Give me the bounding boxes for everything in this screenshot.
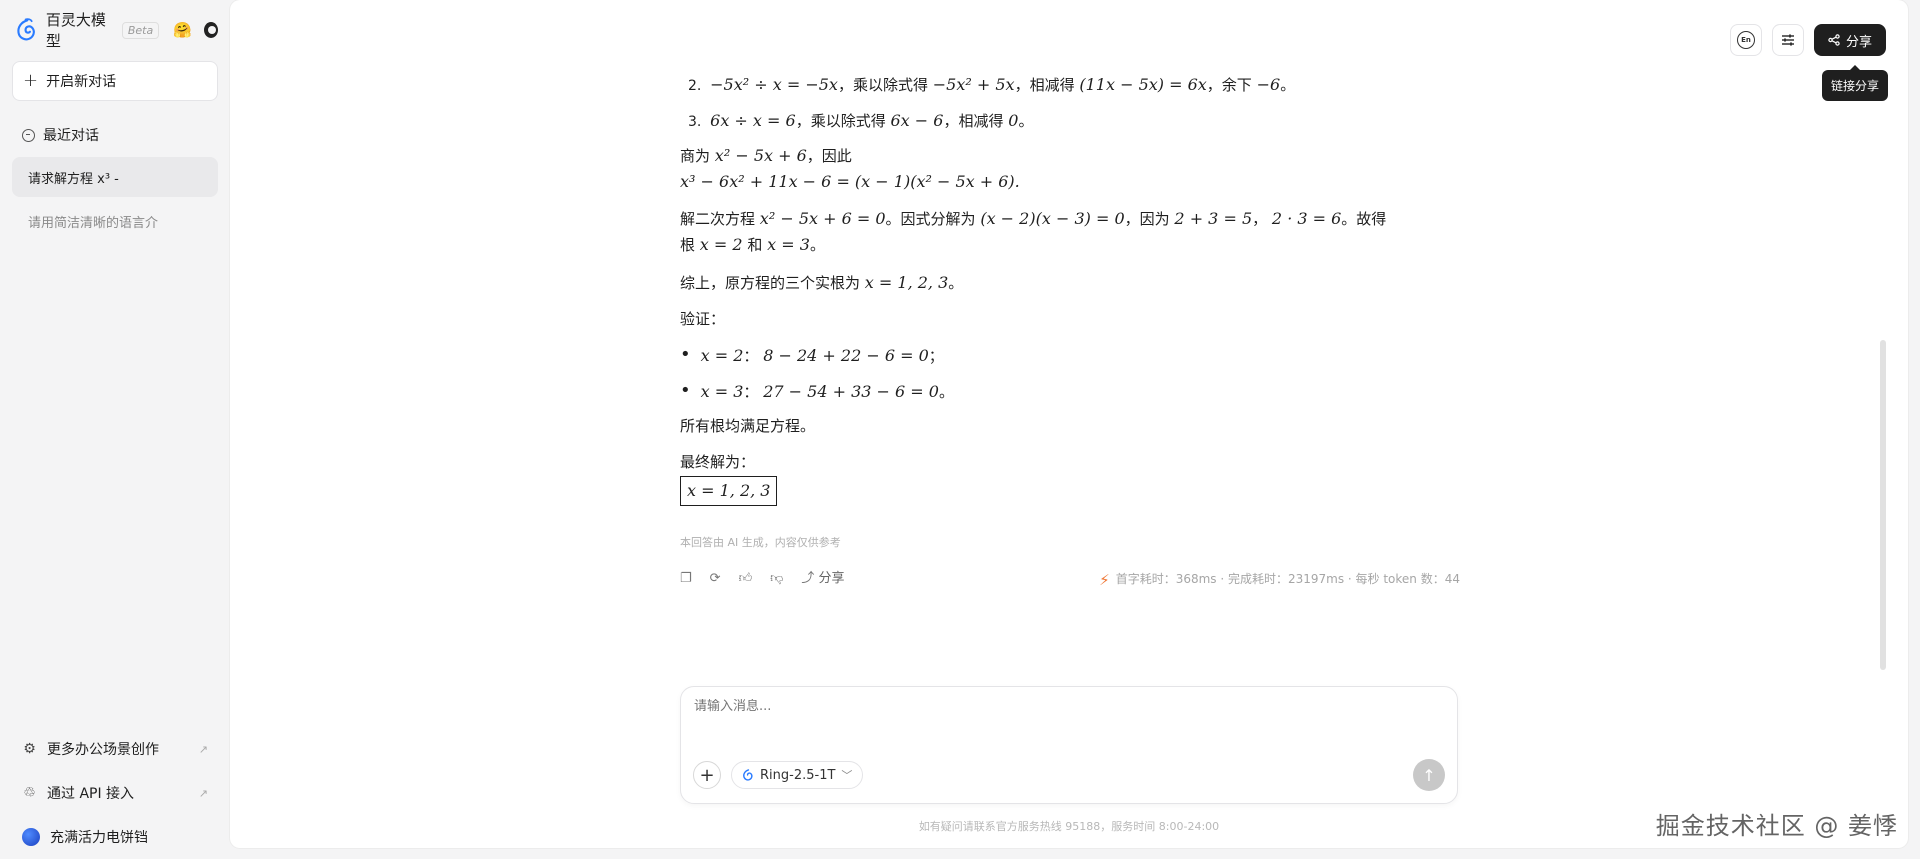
model-name: Ring-2.5-1T [760,767,836,783]
verify-item: x = 3： 27 − 54 + 33 − 6 = 0。 [680,379,1460,405]
division-step-3: 3. 6x ÷ x = 6，乘以除式得 6x − 6，相减得 0。 [688,110,1034,130]
new-chat-button[interactable]: + 开启新对话 [12,61,218,101]
recent-label: 最近对话 [43,128,99,144]
clock-icon [22,128,35,142]
assistant-message: 2. −5x² ÷ x = −5x，乘以除式得 −5x² + 5x，相减得 (1… [680,72,1460,592]
avatar [22,828,40,846]
api-access-link[interactable]: ♲ 通过 API 接入 ↗ [12,771,218,815]
ai-disclaimer: 本回答由 AI 生成，内容仅供参考 [680,535,841,549]
office-scenarios-label: 更多办公场景创作 [47,742,159,758]
model-selector[interactable]: Ring-2.5-1T ﹀ [731,761,864,789]
settings-button[interactable] [1771,24,1804,56]
copy-icon[interactable]: ❐ [680,569,692,590]
scrollbar[interactable] [1880,340,1886,670]
chat-title: 请用简洁清晰的语言介 [28,215,159,231]
github-icon[interactable] [203,22,218,38]
top-actions: En 分享 [1729,24,1886,56]
external-link-icon: ↗ [198,742,208,756]
bailing-logo-icon [17,18,35,41]
share-label: 分享 [1845,34,1872,50]
recent-chats-header: 最近对话 [12,125,218,145]
chat-title: 请求解方程 x³ - [28,171,119,187]
share-tooltip: 链接分享 [1821,65,1888,101]
chevron-down-icon: ﹀ [841,769,853,782]
arrow-up-icon: ↑ [1422,765,1436,785]
plus-icon: + [23,70,39,91]
hugging-face-icon[interactable]: 🤗 [173,21,192,39]
quotient-paragraph: 商为 x² − 5x + 6，因此 x³ − 6x² + 11x − 6 = (… [680,143,1460,194]
generation-stats: ⚡ 首字耗时：368ms · 完成耗时：23197ms · 每秒 token 数… [1099,568,1460,592]
attach-button[interactable]: + [693,761,721,789]
message-input[interactable] [694,699,1434,714]
factorization-equation: x³ − 6x² + 11x − 6 = (x − 1)(x² − 5x + 6… [680,171,1020,191]
user-name: 充满活力电饼铛 [50,830,148,846]
sidebar-chat-item[interactable]: 请用简洁清晰的语言介 [12,201,218,241]
thumbs-down-icon[interactable]: 👎︎ [770,569,783,590]
office-scenarios-link[interactable]: ⚙ 更多办公场景创作 ↗ [12,727,218,771]
sidebar-chat-item-active[interactable]: 请求解方程 x³ - [12,157,218,197]
beta-badge: Beta [121,21,160,39]
share-icon [1828,34,1840,46]
watermark: 掘金技术社区 @ 姜悸 [1655,812,1898,840]
brand: 百灵大模型 Beta 🤗 [12,0,218,60]
verify-label: 验证： [680,310,726,329]
verify-item: x = 2： 8 − 24 + 22 − 6 = 0； [680,343,1460,369]
sparkle-icon: ⚙ [23,741,36,757]
share-message-button[interactable]: ⤴ 分享 [801,569,844,590]
share-icon: ⤴ [801,571,815,587]
sliders-icon [1781,34,1794,46]
thumbs-up-icon[interactable]: 👍︎ [739,569,753,590]
division-step-2: 2. −5x² ÷ x = −5x，乘以除式得 −5x² + 5x，相减得 (1… [688,75,1296,94]
message-composer: + Ring-2.5-1T ﹀ ↑ [680,686,1458,804]
language-toggle-button[interactable]: En [1729,24,1762,56]
bailing-logo-icon [743,769,753,781]
external-link-icon: ↗ [198,786,208,800]
user-profile[interactable]: 充满活力电饼铛 [12,815,218,859]
final-label: 最终解为： [680,453,756,472]
language-icon: En [1736,31,1755,49]
api-access-label: 通过 API 接入 [47,786,135,802]
regenerate-icon[interactable]: ⟳ [710,569,721,590]
message-actions: ❐ ⟳ 👍︎ 👎︎ ⤴ 分享 ⚡ 首字耗时：368ms · 完成耗时：23197… [680,568,1460,592]
send-button[interactable]: ↑ [1413,759,1445,791]
plus-icon: + [699,764,715,786]
sidebar: 百灵大模型 Beta 🤗 + 开启新对话 最近对话 请求解方程 x³ - 请用简… [0,0,230,859]
summary-paragraph: 综上，原方程的三个实根为 x = 1, 2, 3。 [680,272,964,292]
all-roots-satisfy: 所有根均满足方程。 [680,417,816,436]
sidebar-bottom-links: ⚙ 更多办公场景创作 ↗ ♲ 通过 API 接入 ↗ 充满活力电饼铛 [12,727,218,859]
brand-name: 百灵大模型 [45,11,106,50]
main-panel: En 分享 链接分享 2. −5x² ÷ x = −5x，乘以除式得 −5x² … [230,0,1908,848]
final-answer: x = 1, 2, 3 [680,476,778,506]
api-icon: ♲ [23,785,36,801]
quadratic-paragraph: 解二次方程 x² − 5x + 6 = 0。因式分解为 (x − 2)(x − … [680,209,1387,254]
final-answer-block: 最终解为： x = 1, 2, 3 [680,450,1460,506]
new-chat-label: 开启新对话 [46,74,117,90]
bolt-icon: ⚡ [1099,570,1110,589]
share-button[interactable]: 分享 [1813,24,1886,56]
